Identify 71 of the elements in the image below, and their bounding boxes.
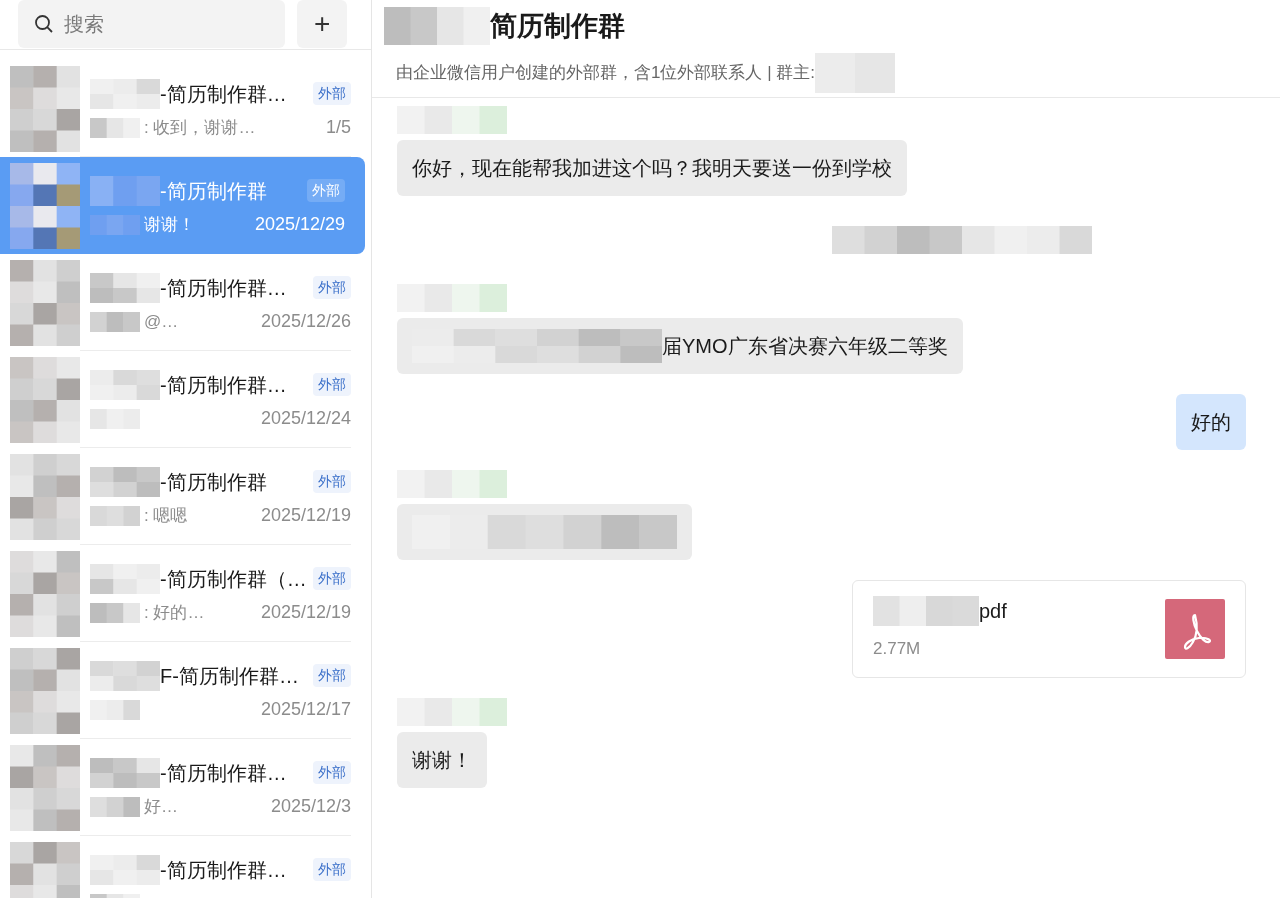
pixelated-redaction xyxy=(90,117,140,138)
conversation-name: -简历制作群（… xyxy=(160,568,307,589)
pixelated-redaction xyxy=(90,854,160,885)
conversation-item[interactable]: -简历制作群 外部 : 嗯嗯 2025/12/19 xyxy=(0,448,371,545)
conversation-item[interactable]: F-简历制作群… 外部 2025/12/17 xyxy=(0,642,371,739)
external-tag: 外部 xyxy=(313,276,351,299)
external-tag: 外部 xyxy=(307,179,345,202)
message-text: 你好，现在能帮我加进这个吗？我明天要送一份到学校 xyxy=(412,156,892,181)
conversation-date: 2025/12/26 xyxy=(260,310,351,333)
pixelated-redaction xyxy=(90,466,160,497)
conversation-item[interactable]: -简历制作群… 外部 2025/12/24 xyxy=(0,351,371,448)
pixelated-redaction xyxy=(90,563,160,594)
search-icon xyxy=(34,13,54,34)
conversation-item[interactable]: -简历制作群… 外部 @… 2025/12/26 xyxy=(0,254,371,351)
message-text: 好的 xyxy=(1191,410,1231,435)
external-tag: 外部 xyxy=(313,567,351,590)
conversation-date: 2025/12/29 xyxy=(254,213,345,236)
chat-title: 简历制作群 xyxy=(490,10,625,43)
external-tag: 外部 xyxy=(313,761,351,784)
file-card[interactable]: pdf 2.77M xyxy=(852,580,1246,678)
conversation-date: 2025/12/17 xyxy=(260,698,351,721)
conversation-name: -简历制作群 xyxy=(160,471,267,492)
conversation-date: 2025/12/19 xyxy=(260,601,351,624)
conversation-date: 1/5 xyxy=(325,116,351,139)
external-tag: 外部 xyxy=(313,470,351,493)
search-field[interactable]: 搜索 xyxy=(18,0,286,48)
message-preview: @… xyxy=(144,310,179,333)
pixelated-redaction xyxy=(90,757,160,788)
pixelated-redaction xyxy=(90,78,160,109)
pixelated-redaction xyxy=(90,408,140,429)
pixelated-redaction xyxy=(90,602,140,623)
search-placeholder: 搜索 xyxy=(64,11,104,37)
pixelated-redaction xyxy=(90,311,140,332)
external-tag: 外部 xyxy=(313,858,351,881)
conversation-date: 2025/12/19 xyxy=(260,504,351,527)
pixelated-redaction xyxy=(90,796,140,817)
file-size: 2.77M xyxy=(873,638,922,661)
pixelated-redaction xyxy=(90,272,160,303)
pixelated-redaction xyxy=(90,660,160,691)
pdf-icon xyxy=(1165,599,1225,659)
conversation-name: -简历制作群… xyxy=(160,277,287,298)
add-button[interactable]: + xyxy=(297,0,347,48)
conversation-item[interactable]: -简历制作群… 外部 xyxy=(0,836,371,898)
pixelated-redaction xyxy=(90,214,140,235)
conversation-date: 2025/12/3 xyxy=(270,795,351,818)
message-preview: 谢谢！ xyxy=(144,213,195,236)
conversation-name: -简历制作群 xyxy=(160,180,267,201)
pixelated-redaction xyxy=(90,175,160,206)
external-tag: 外部 xyxy=(313,373,351,396)
conversation-item[interactable]: -简历制作群… 外部 好… 2025/12/3 xyxy=(0,739,371,836)
conversation-name: -简历制作群… xyxy=(160,83,287,104)
message-text: 谢谢！ xyxy=(412,748,472,773)
conversation-name: -简历制作群… xyxy=(160,859,287,880)
external-tag: 外部 xyxy=(313,82,351,105)
message-preview: 好… xyxy=(144,795,178,818)
file-name: pdf xyxy=(979,599,1007,625)
message-preview: : 收到，谢谢… xyxy=(144,116,256,139)
chat-subtitle: 由企业微信用户创建的外部群，含1位外部联系人 | 群主: xyxy=(396,61,816,84)
message-text: 届YMO广东省决赛六年级二等奖 xyxy=(662,334,948,359)
message-preview: : 嗯嗯 xyxy=(144,504,188,527)
conversation-item[interactable]: -简历制作群（… 外部 : 好的… 2025/12/19 xyxy=(0,545,371,642)
external-tag: 外部 xyxy=(313,664,351,687)
conversation-date: 2025/12/24 xyxy=(260,407,351,430)
pixelated-redaction xyxy=(90,369,160,400)
pixelated-redaction xyxy=(90,699,140,720)
pixelated-redaction xyxy=(90,505,140,526)
conversation-item[interactable]: -简历制作群… 外部 : 收到，谢谢… 1/5 xyxy=(0,60,371,157)
conversation-name: F-简历制作群… xyxy=(160,665,299,686)
conversation-name: -简历制作群… xyxy=(160,762,287,783)
conversation-name: -简历制作群… xyxy=(160,374,287,395)
message-preview: : 好的… xyxy=(144,601,205,624)
